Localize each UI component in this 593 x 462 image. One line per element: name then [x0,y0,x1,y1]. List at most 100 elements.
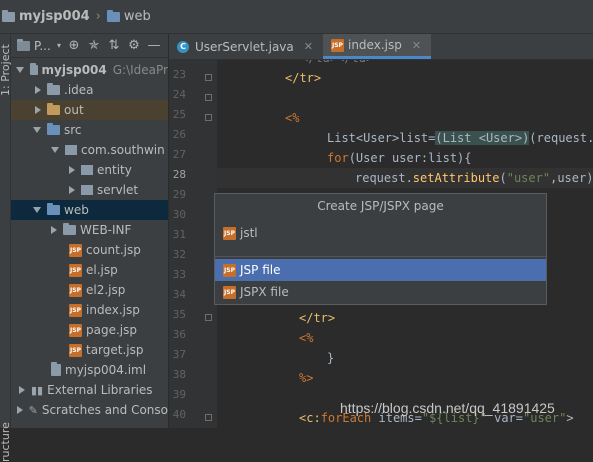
tree-item-servlet[interactable]: servlet [11,180,168,200]
jsp-file-icon: JSP [69,303,82,317]
code-line: <% [285,111,300,125]
package-icon [81,185,93,195]
fold-marker-icon[interactable] [205,114,212,121]
fold-marker-icon[interactable] [205,94,212,101]
tree-item-web[interactable]: web [11,200,168,220]
tree-item-entity[interactable]: entity [11,160,168,180]
structure-tool-window-label[interactable]: ructure [0,422,12,462]
fold-marker-icon[interactable] [205,314,212,321]
collapse-all-icon[interactable]: ✯ [84,36,104,56]
chevron-right-icon[interactable] [69,186,75,194]
tree-item-el2-jsp[interactable]: JSP el2.jsp [11,280,168,300]
popup-item-jsp-file[interactable]: JSP JSP file [215,259,546,281]
tree-item-label: el2.jsp [86,283,126,297]
package-icon [65,145,77,155]
tree-item-label: com.southwin [81,143,165,157]
chevron-right-icon[interactable] [51,226,57,234]
module-folder-icon [2,9,15,22]
folder-icon [47,103,60,115]
tree-item-label: web [64,203,89,217]
fold-marker-icon[interactable] [205,414,212,421]
tree-item-src[interactable]: src [11,120,168,140]
chevron-down-icon[interactable] [33,207,41,213]
tree-item-project-root[interactable]: myjsp004 G:\IdeaPr [11,60,168,80]
package-icon [81,165,93,175]
code-line: List<User>list=(List <User>)(request.g [327,131,593,145]
tree-item-index-jsp[interactable]: JSP index.jsp [11,300,168,320]
dropdown-icon[interactable]: ▾ [54,36,64,56]
tree-item-package[interactable]: com.southwin [11,140,168,160]
chevron-right-icon[interactable] [69,166,75,174]
line-number: 26 [172,128,186,141]
chevron-right-icon[interactable] [19,386,25,394]
popup-item-label: JSP file [240,263,281,277]
jsp-file-icon: JSP [69,323,82,337]
module-folder-icon [30,63,38,75]
tree-item-page-jsp[interactable]: JSP page.jsp [11,320,168,340]
hide-icon[interactable]: — [144,36,164,56]
line-number: 23 [172,68,186,81]
breadcrumb-folder[interactable]: web [124,9,151,24]
code-line: <% [299,331,314,345]
close-icon[interactable]: ✕ [412,39,421,52]
chevron-right-icon[interactable] [16,406,23,414]
tree-item-label: WEB-INF [80,223,132,237]
tree-item-label: index.jsp [86,303,140,317]
web-folder-icon [106,9,120,22]
tree-item-web-inf[interactable]: WEB-INF [11,220,168,240]
line-number: 25 [172,108,186,121]
chevron-right-icon[interactable] [35,106,41,114]
line-number: 39 [172,388,186,401]
line-number: 34 [172,288,186,301]
tab-label: index.jsp [347,38,402,52]
fold-marker-icon[interactable] [205,74,212,81]
web-folder-icon [47,203,60,215]
source-folder-icon [47,123,60,135]
chevron-down-icon[interactable] [33,127,41,133]
gear-icon[interactable]: ⚙ [124,36,144,56]
tab-userservlet[interactable]: C UserServlet.java ✕ [169,34,323,59]
editor-gutter[interactable]: 23 24 25 26 27 28 29 30 31 32 33 34 35 3… [169,60,217,428]
line-number: 36 [172,328,186,341]
tree-item-label: servlet [97,183,139,197]
chevron-right-icon[interactable] [35,86,41,94]
tree-item-target-jsp[interactable]: JSP target.jsp [11,340,168,360]
code-line: %> [299,371,314,385]
expand-collapse-icon[interactable]: ⇅ [104,36,124,56]
chevron-down-icon[interactable] [16,67,25,73]
jsp-file-icon: JSP [223,285,236,299]
line-number: 29 [172,188,186,201]
line-number: 28 [172,168,186,181]
tab-index-jsp[interactable]: JSP index.jsp ✕ [322,34,432,59]
popup-item-jstl[interactable]: JSP jstl [215,222,546,244]
project-view-dropdown[interactable]: P... [34,39,54,53]
popup-item-jspx-file[interactable]: JSP JSPX file [215,281,546,303]
tree-item-out[interactable]: out [11,100,168,120]
code-line: request.setAttribute("user",user); [355,171,593,185]
tree-item-iml[interactable]: myjsp004.iml [11,360,168,380]
popup-item-label: jstl [240,226,258,240]
iml-file-icon [51,362,61,376]
tree-item-external-libraries[interactable]: ▮▮ External Libraries [11,380,168,400]
popup-title: Create JSP/JSPX page [215,194,546,218]
create-page-popup: Create JSP/JSPX page JSP jstl JSP JSP fi… [214,193,547,305]
tree-item-label: External Libraries [47,383,153,397]
close-icon[interactable]: ✕ [304,40,313,53]
tree-item-label: src [64,123,82,137]
breadcrumb: myjsp004 › web [0,0,593,34]
locate-target-icon[interactable]: ⊕ [64,36,84,56]
popup-divider [215,256,546,257]
tree-item-el-jsp[interactable]: JSP el.jsp [11,260,168,280]
tree-item-label: Scratches and Conso [41,403,168,417]
line-number: 31 [172,228,186,241]
tree-item-count-jsp[interactable]: JSP count.jsp [11,240,168,260]
project-toolbar: P... ▾ ⊕ ✯ ⇅ ⚙ — [11,34,168,58]
chevron-down-icon[interactable] [51,147,59,153]
code-line: } [327,351,335,365]
tab-label: UserServlet.java [195,39,294,54]
watermark: https://blog.csdn.net/qq_41891425 [340,400,555,416]
breadcrumb-project[interactable]: myjsp004 [19,9,90,24]
tree-item-scratches[interactable]: ✎ Scratches and Conso [11,400,168,420]
line-number: 37 [172,348,186,361]
tree-item-idea[interactable]: .idea [11,80,168,100]
